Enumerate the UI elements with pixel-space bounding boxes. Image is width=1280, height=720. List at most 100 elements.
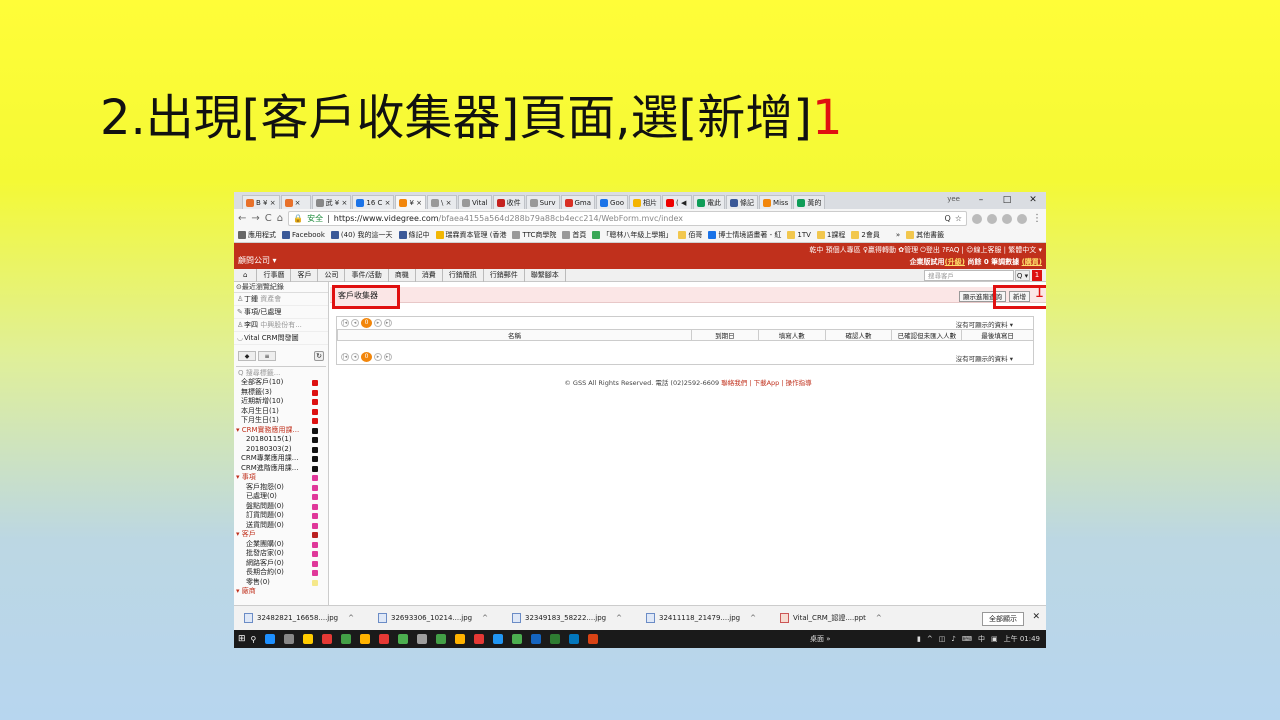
menu-item[interactable]: 行銷簡訊 [443,268,484,282]
column-header[interactable]: 到期日 [690,330,758,340]
last-page-icon[interactable]: ▸| [384,319,392,327]
battery-icon[interactable]: ▮ [917,635,921,643]
extension-icon[interactable] [972,213,982,224]
bookmark-item[interactable]: 佰哥 [678,230,702,240]
tag-item[interactable]: 企業團購(0) [234,540,328,550]
browser-tab[interactable]: 條記 [726,195,759,209]
maximize-button[interactable]: □ [994,192,1020,209]
bookmark-item[interactable]: TTC商學院 [512,230,556,240]
no-data-message[interactable]: 沒有可顯示的資料 ▾ [956,319,1013,329]
download-item[interactable]: 32411118_21479....jpg ^ [646,613,780,623]
tag-item[interactable]: ▾ 事項 [234,473,328,483]
menu-item[interactable]: 消費 [416,268,443,282]
notification-badge[interactable]: 1 [1032,270,1042,281]
tag-item[interactable]: 20180115(1) [234,435,328,445]
taskbar-app-icon[interactable] [265,634,276,644]
star-icon[interactable]: ☆ [955,214,962,223]
bookmark-item[interactable]: 首頁 [562,230,586,240]
windows-start-icon[interactable]: ⊞ [238,634,246,644]
volume-icon[interactable]: ♪ [951,635,955,643]
column-header[interactable]: 確認人數 [824,330,892,340]
current-page[interactable]: 0 [361,352,372,362]
tag-item[interactable]: 零售(0) [234,578,328,588]
bookmark-item[interactable]: 1TV [787,231,811,239]
taskbar-app-icon[interactable] [341,634,352,644]
forward-icon[interactable]: → [251,213,259,224]
browser-tab[interactable]: B ¥ × [242,195,280,209]
search-icon[interactable]: ⚲ [251,635,257,644]
taskbar-app-icon[interactable] [588,634,599,644]
refresh-icon[interactable]: ↻ [314,351,324,361]
last-page-icon[interactable]: ▸| [384,353,392,361]
tag-item[interactable]: 客戶抱怨(0) [234,483,328,493]
bookmark-item[interactable]: 「聰林八年級上學期」 [592,230,672,240]
column-header[interactable]: 名稱 [337,330,691,340]
download-item[interactable]: 32482821_16658....jpg ^ [244,613,378,623]
zoom-icon[interactable]: Q [945,214,951,223]
url-input[interactable]: 🔒 安全 | https://www.videgree.com/bfaea415… [288,211,967,226]
recent-item[interactable]: ♙李四 中興股份有... [234,319,328,332]
tag-view-button[interactable]: ◆ [238,351,256,361]
bookmark-item[interactable]: (40) 我的這一天 [330,230,393,240]
download-item[interactable]: 32693306_10214....jpg ^ [378,613,512,623]
close-window-button[interactable]: ✕ [1020,192,1046,209]
prev-page-icon[interactable]: ◂ [351,353,359,361]
column-header[interactable]: 已確認但未匯入人數 [891,330,961,340]
taskbar-app-icon[interactable] [531,634,542,644]
reload-icon[interactable]: C [265,213,272,224]
tag-item[interactable]: 無標籤(3) [234,388,328,398]
tag-item[interactable]: ▾ 客戶 [234,530,328,540]
current-page[interactable]: 0 [361,318,372,328]
upgrade-link[interactable]: (升級) [945,258,965,266]
menu-item[interactable]: 行銷郵件 [484,268,525,282]
tag-item[interactable]: 全部客戶(10) [234,378,328,388]
menu-item[interactable]: 商機 [389,268,416,282]
list-view-button[interactable]: ≡ [258,351,276,361]
taskbar-app-icon[interactable] [436,634,447,644]
column-header[interactable]: 最後填寫日 [961,330,1033,340]
menu-item[interactable]: 聯繫腳本 [525,268,566,282]
recent-item[interactable]: ◡Vital CRM問發圖 [234,332,328,345]
tag-item[interactable]: ▾ CRM實務應用課... [234,426,328,436]
taskbar-app-icon[interactable] [417,634,428,644]
menu-item[interactable]: 公司 [318,268,346,282]
close-downloads-icon[interactable]: ✕ [1032,612,1040,622]
taskbar-app-icon[interactable] [398,634,409,644]
menu-item[interactable]: 事件/活動 [345,268,389,282]
extension-icon[interactable] [1017,213,1027,224]
footer-links[interactable]: 聯絡我們 | 下載App | 操作指導 [721,379,811,387]
tag-item[interactable]: 批發店家(0) [234,549,328,559]
taskbar-app-icon[interactable] [284,634,295,644]
browser-tab[interactable]: 16 C × [352,195,395,209]
tag-item[interactable]: 訂貨問題(0) [234,511,328,521]
column-header[interactable]: 填寫人數 [757,330,825,340]
taskbar-app-icon[interactable] [550,634,561,644]
chevron-up-icon[interactable]: ^ [616,614,622,622]
menu-dots-icon[interactable]: ⋮ [1032,213,1042,224]
tag-item[interactable]: 網路客戶(0) [234,559,328,569]
taskbar-app-icon[interactable] [493,634,504,644]
browser-tab[interactable]: Miss [759,195,793,209]
browser-tab[interactable]: 相片 [629,195,662,209]
home-icon[interactable]: ⌂ [234,268,258,282]
browser-tab[interactable]: 黃的 [793,195,826,209]
browser-tab[interactable]: 電此 [693,195,726,209]
network-icon[interactable]: ◫ [939,635,946,643]
browser-tab[interactable]: × [280,195,311,209]
taskbar-app-icon[interactable] [360,634,371,644]
taskbar-app-icon[interactable] [455,634,466,644]
tag-item[interactable]: 長期合約(0) [234,568,328,578]
tag-item[interactable]: ▾ 廠商 [234,587,328,597]
download-item[interactable]: 32349183_58222....jpg ^ [512,613,646,623]
tag-item[interactable]: 下月生日(1) [234,416,328,426]
extension-icon[interactable] [1002,213,1012,224]
taskbar-app-icon[interactable] [569,634,580,644]
browser-tab[interactable]: 收件 [492,195,525,209]
taskbar-app-icon[interactable] [474,634,485,644]
menu-item[interactable]: 客戶 [291,268,319,282]
tag-search-input[interactable]: Q 搜尋標籤... [236,366,326,378]
browser-tab[interactable]: Vital [458,195,492,209]
download-item[interactable]: Vital_CRM_認證....ppt ^ [780,613,914,623]
taskbar-app-icon[interactable] [303,634,314,644]
buy-link[interactable]: (購買) [1022,258,1042,266]
